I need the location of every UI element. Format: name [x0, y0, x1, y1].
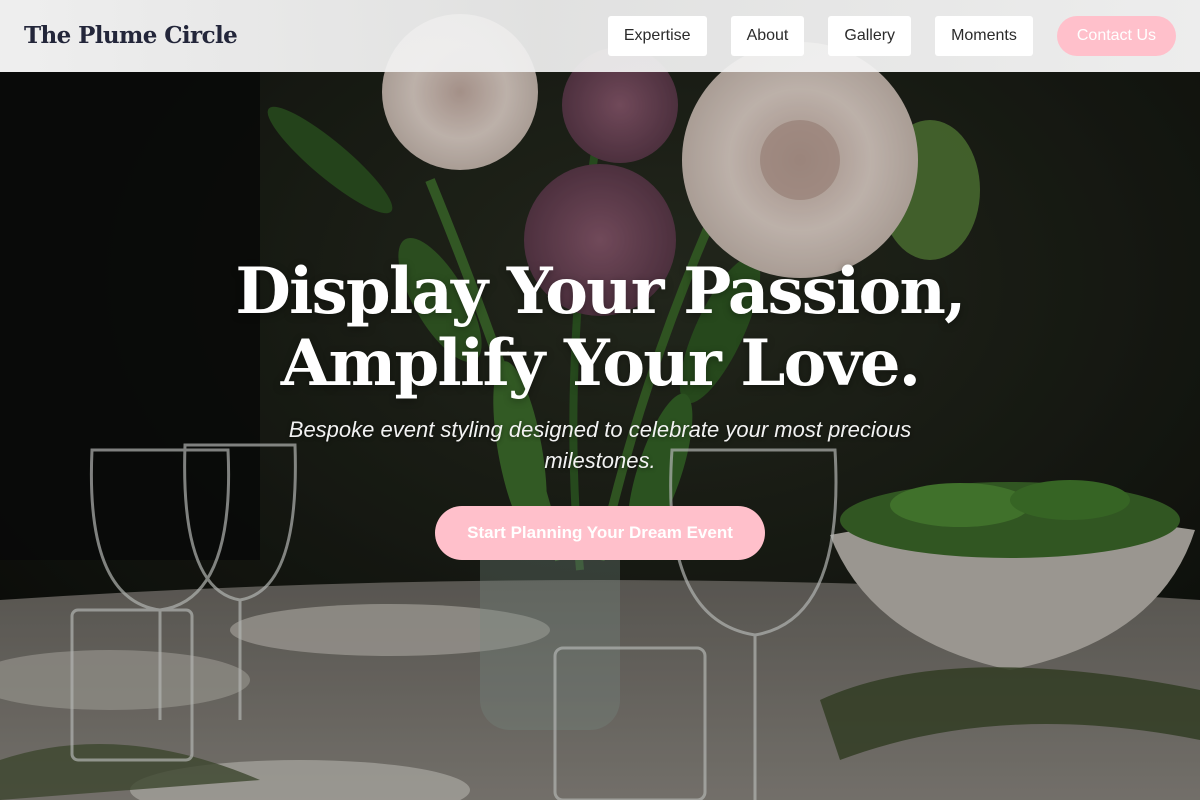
nav-item-expertise[interactable]: Expertise — [607, 16, 707, 56]
hero-subtitle: Bespoke event styling designed to celebr… — [288, 417, 912, 473]
landing-page: The Plume Circle Expertise About Gallery… — [0, 0, 1200, 800]
site-header: The Plume Circle Expertise About Gallery… — [0, 0, 1200, 72]
start-planning-button[interactable]: Start Planning Your Dream Event — [435, 506, 765, 560]
nav-item-moments[interactable]: Moments — [935, 16, 1033, 56]
brand-logo[interactable]: The Plume Circle — [24, 20, 238, 52]
hero-section: Display Your Passion, Amplify Your Love.… — [0, 256, 1200, 560]
contact-us-button[interactable]: Contact Us — [1056, 16, 1176, 56]
hero-title: Display Your Passion, Amplify Your Love. — [100, 256, 1100, 400]
hero-title-line-2: Amplify Your Love. — [280, 326, 921, 401]
nav-item-gallery[interactable]: Gallery — [828, 16, 912, 56]
main-nav: Expertise About Gallery Moments Contact … — [607, 16, 1176, 56]
hero-title-line-1: Display Your Passion, — [235, 254, 966, 329]
nav-item-about[interactable]: About — [730, 16, 805, 56]
